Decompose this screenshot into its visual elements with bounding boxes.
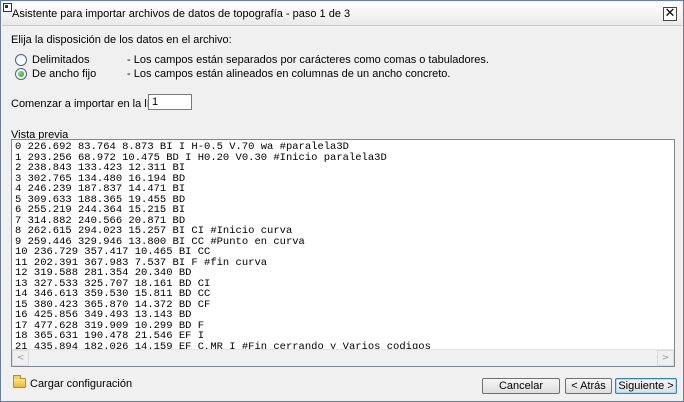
back-button[interactable]: < Atrás <box>565 378 612 394</box>
radio-label-fixed-width[interactable]: De ancho fijo <box>32 68 96 80</box>
preview-lines: 0 226.692 83.764 8.873 BI I H-0.5 V.70 w… <box>15 142 431 352</box>
scroll-left-icon[interactable]: < <box>12 350 29 366</box>
preview-line: 6 255.219 244.364 15.215 BI <box>15 204 186 216</box>
horizontal-scrollbar[interactable]: < > <box>12 349 674 366</box>
radio-delimited[interactable]: Delimitados - Los campos están separados… <box>15 54 675 67</box>
close-icon[interactable]: ✕ <box>663 7 677 21</box>
preview-line: 4 246.239 187.837 14.471 BI <box>15 183 186 195</box>
preview-line: 8 262.615 294.023 15.257 BI CI #Inicio c… <box>15 225 293 237</box>
wizard-footer: Cargar configuración Cancelar < Atrás Si… <box>2 371 682 401</box>
radio-description-fixed-width: - Los campos están alineados en columnas… <box>127 68 451 80</box>
window-title: Asistente para importar archivos de dato… <box>12 8 351 20</box>
import-wizard-window: Asistente para importar archivos de dato… <box>0 0 684 402</box>
radio-description-delimited: - Los campos están separados por carácte… <box>127 54 489 66</box>
preview-line: 0 226.692 83.764 8.873 BI I H-0.5 V.70 w… <box>15 141 349 153</box>
preview-line: 12 319.588 281.354 20.340 BD <box>15 267 192 279</box>
start-line-input[interactable] <box>148 94 192 110</box>
preview-line: 18 365.631 190.478 21.546 EF I <box>15 330 205 342</box>
radio-button-delimited[interactable] <box>15 54 27 66</box>
load-config-link[interactable]: Cargar configuración <box>30 378 132 390</box>
radio-label-delimited[interactable]: Delimitados <box>32 54 89 66</box>
folder-icon[interactable] <box>13 375 26 388</box>
radio-button-fixed-width[interactable] <box>15 68 27 80</box>
app-icon <box>3 3 12 12</box>
next-button[interactable]: Siguiente > <box>615 378 677 394</box>
layout-section-label: Elija la disposición de los datos en el … <box>11 34 232 46</box>
title-bar: Asistente para importar archivos de dato… <box>2 2 682 26</box>
preview-line: 10 236.729 357.417 10.465 BI CC <box>15 246 211 258</box>
radio-fixed-width[interactable]: De ancho fijo - Los campos están alinead… <box>15 68 675 81</box>
wizard-content: Elija la disposición de los datos en el … <box>2 27 682 401</box>
preview-line: 14 346.613 359.530 15.811 BD CC <box>15 288 211 300</box>
preview-line: 16 425.856 349.493 13.143 BD <box>15 309 192 321</box>
cancel-button[interactable]: Cancelar <box>482 378 560 394</box>
preview-line: 2 238.843 133.423 12.311 BI <box>15 162 186 174</box>
preview-box[interactable]: 0 226.692 83.764 8.873 BI I H-0.5 V.70 w… <box>11 139 675 367</box>
scroll-right-icon[interactable]: > <box>657 350 674 366</box>
